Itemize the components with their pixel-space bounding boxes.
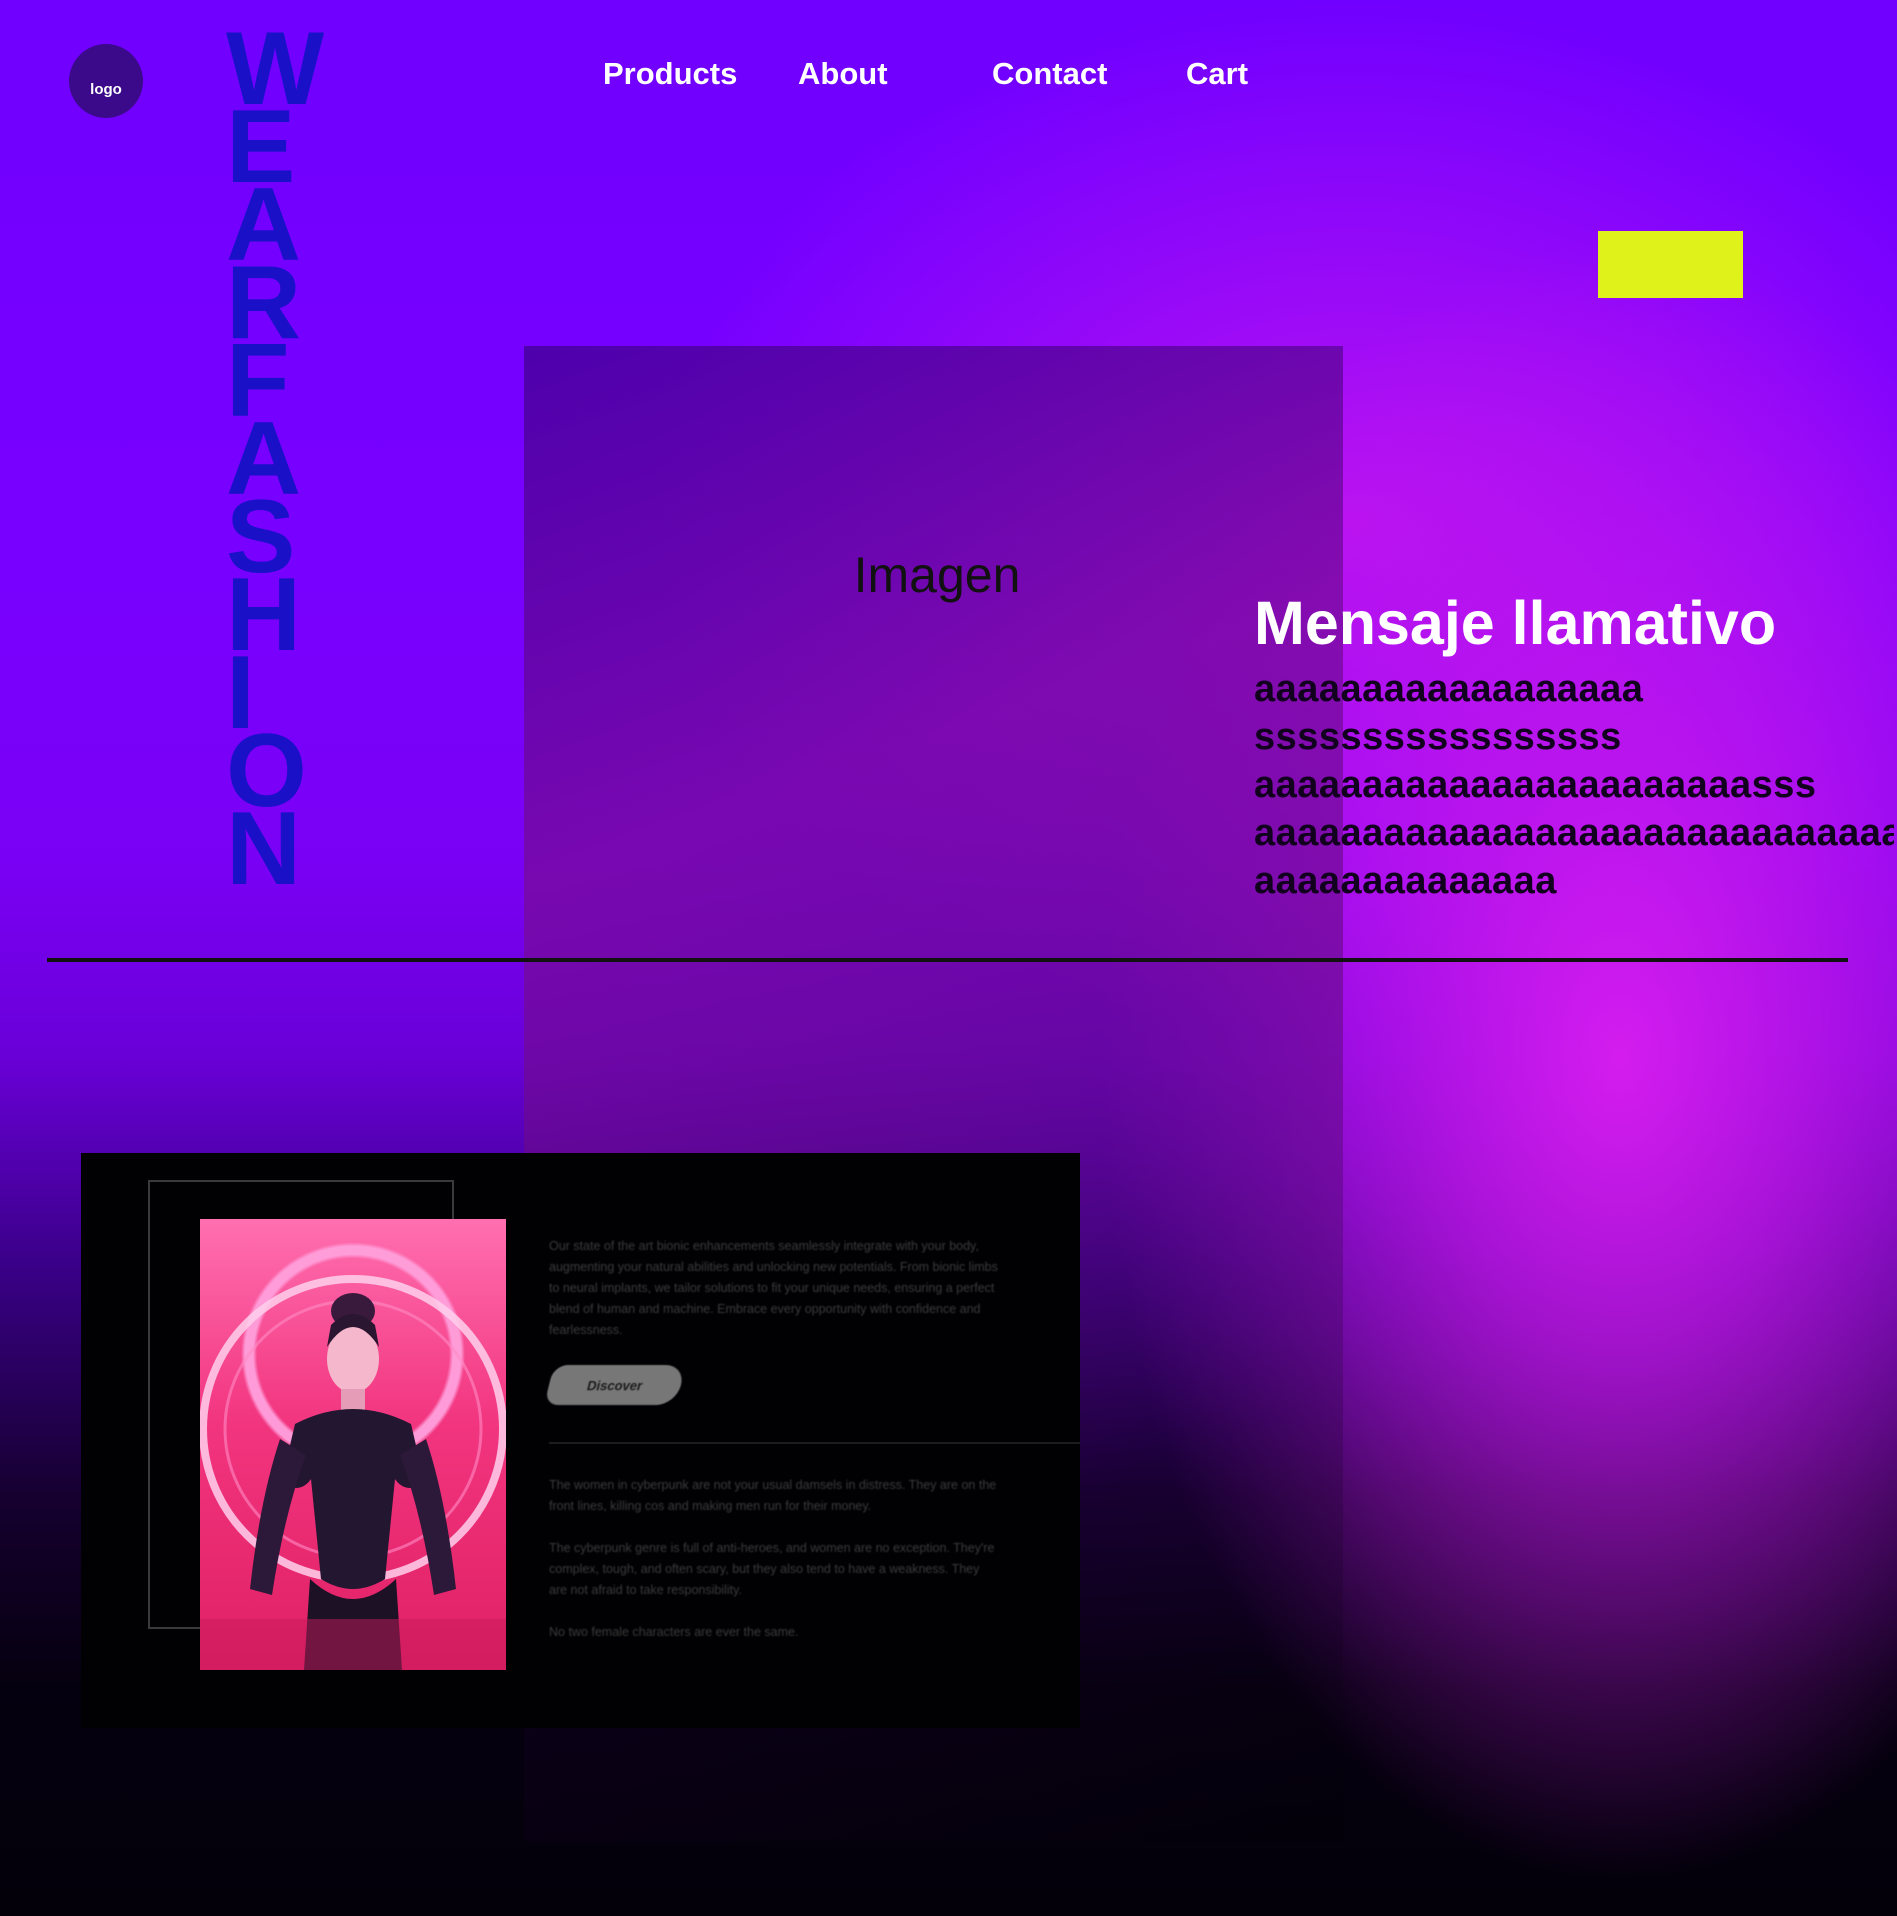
body-line: aaaaaaaaaaaaaaaaaaaaaaasss <box>1254 764 1817 806</box>
section-divider <box>47 958 1848 962</box>
hero-headline: Mensaje llamativo <box>1254 589 1777 657</box>
discover-button[interactable]: Discover <box>544 1365 686 1405</box>
card-paragraph-text: The cyberpunk genre is full of anti-hero… <box>549 1541 995 1597</box>
card-paragraph: The women in cyberpunk are not your usua… <box>549 1475 999 1517</box>
nav-about-link[interactable]: About <box>798 56 888 92</box>
cta-button[interactable] <box>1598 231 1743 298</box>
logo[interactable]: logo <box>69 44 143 118</box>
nav-products-link[interactable]: Products <box>603 56 737 92</box>
cyberpunk-portrait-image <box>200 1219 506 1670</box>
card-paragraph-text: The women in cyberpunk are not your usua… <box>549 1478 997 1513</box>
body-line: aaaaaaaaaaaaaaaaaa <box>1254 668 1644 710</box>
brand-wordmark: W E A R F A S H I O N <box>226 17 346 907</box>
body-line: aaaaaaaaaaaaaaaaaaaaaaaaaaaaaaaa <box>1254 812 1894 854</box>
brand-letter: N <box>226 791 302 907</box>
card-paragraph: No two female characters are ever the sa… <box>549 1622 999 1643</box>
card-paragraph: The cyberpunk genre is full of anti-hero… <box>549 1538 999 1601</box>
nav-contact-link[interactable]: Contact <box>992 56 1107 92</box>
hero-body-text: aaaaaaaaaaaaaaaaaa sssssssssssssssss aaa… <box>1254 665 1894 905</box>
body-line: aaaaaaaaaaaaaa <box>1254 860 1557 902</box>
nav-cart-link[interactable]: Cart <box>1186 56 1248 92</box>
card-paragraph-text: Our state of the art bionic enhancements… <box>549 1239 998 1337</box>
card-paragraph-text: No two female characters are ever the sa… <box>549 1625 799 1639</box>
portrait-illustration <box>200 1275 506 1670</box>
card-paragraph: Our state of the art bionic enhancements… <box>549 1236 999 1341</box>
image-placeholder-label: Imagen <box>853 547 1021 603</box>
body-line: sssssssssssssssss <box>1254 716 1622 758</box>
card-divider <box>549 1442 1080 1444</box>
